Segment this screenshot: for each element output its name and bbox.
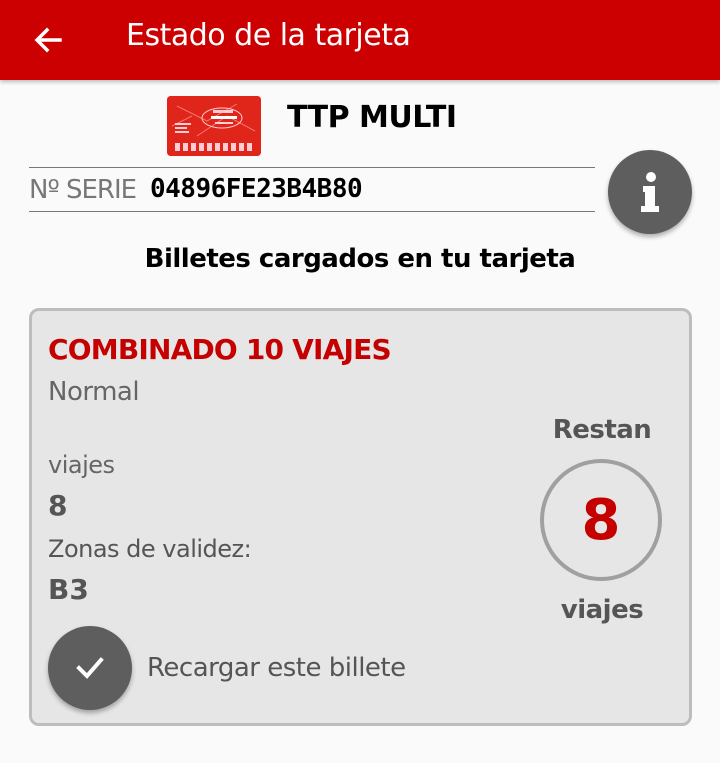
serial-number: 04896FE23B4B80 [150, 174, 363, 204]
zones-value: B3 [48, 573, 89, 606]
back-button[interactable] [20, 12, 76, 68]
transport-card-icon [167, 96, 261, 156]
reload-ticket-button[interactable] [48, 626, 132, 710]
remaining-counter: 8 [540, 459, 662, 581]
card-name: TTP MULTI [287, 100, 457, 135]
serial-number-row: Nº SERIE 04896FE23B4B80 [29, 167, 595, 212]
app-bar: Estado de la tarjeta [0, 0, 720, 80]
ticket-name: COMBINADO 10 VIAJES [48, 333, 392, 366]
section-heading: Billetes cargados en tu tarjeta [144, 244, 576, 274]
serial-label: Nº SERIE [29, 175, 137, 205]
zones-label: Zonas de validez: [48, 535, 252, 563]
arrow-left-icon [34, 27, 62, 53]
trips-value: 8 [48, 489, 68, 522]
remaining-count: 8 [581, 487, 621, 553]
reload-ticket-label[interactable]: Recargar este billete [147, 653, 406, 683]
remaining-title: Restan [552, 415, 652, 445]
page-title: Estado de la tarjeta [126, 18, 411, 53]
trips-label: viajes [48, 451, 115, 479]
ticket-card: COMBINADO 10 VIAJES Normal viajes 8 Zona… [29, 308, 692, 726]
ticket-type: Normal [48, 377, 140, 407]
info-icon [641, 172, 659, 212]
remaining-unit: viajes [560, 595, 644, 625]
info-button[interactable] [608, 150, 692, 234]
check-icon [76, 657, 104, 679]
